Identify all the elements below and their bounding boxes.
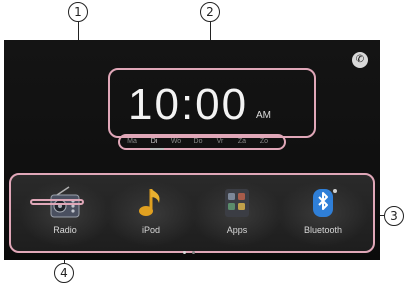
clock-ampm: AM — [256, 110, 271, 121]
app-label-apps: Apps — [226, 225, 248, 235]
weekday-wo[interactable]: Wo — [168, 138, 184, 145]
clock-time: 10:00 — [128, 80, 249, 129]
callout-3: 3 — [384, 206, 404, 226]
page-dot-2[interactable] — [192, 251, 195, 254]
app-label-bluetooth: Bluetooth — [303, 225, 343, 235]
weekday-selector[interactable]: Ma Di Wo Do Vr Za Zo — [118, 134, 286, 150]
app-radio[interactable]: Radio — [19, 181, 111, 247]
app-dock: Radio iPod Apps Bluetooth — [9, 173, 375, 253]
weekday-vr[interactable]: Vr — [212, 138, 228, 145]
app-label-ipod: iPod — [141, 225, 160, 235]
page-dot-1[interactable] — [183, 251, 186, 254]
app-ipod[interactable]: iPod — [105, 181, 197, 247]
app-label-radio: Radio — [53, 225, 77, 235]
weekday-zo[interactable]: Zo — [256, 138, 272, 145]
home-screen: ✆ 10:00 AM Ma Di Wo Do Vr Za Zo Radio iP… — [4, 40, 380, 260]
active-day-underline — [150, 148, 164, 150]
clock-widget[interactable]: 10:00 AM — [108, 68, 316, 138]
app-bluetooth[interactable]: Bluetooth — [277, 181, 369, 247]
callout-4: 4 — [54, 263, 74, 283]
weekday-di[interactable]: Di — [146, 138, 162, 145]
apps-icon — [225, 189, 249, 217]
callout-2: 2 — [200, 2, 220, 22]
weekday-ma[interactable]: Ma — [124, 138, 140, 145]
weekday-do[interactable]: Do — [190, 138, 206, 145]
phone-icon[interactable]: ✆ — [352, 52, 368, 68]
bluetooth-icon — [313, 189, 337, 217]
callout-1: 1 — [68, 2, 88, 22]
music-note-icon — [139, 189, 160, 216]
radio-highlight-underline — [30, 199, 84, 205]
app-apps[interactable]: Apps — [191, 181, 283, 247]
weekday-za[interactable]: Za — [234, 138, 250, 145]
